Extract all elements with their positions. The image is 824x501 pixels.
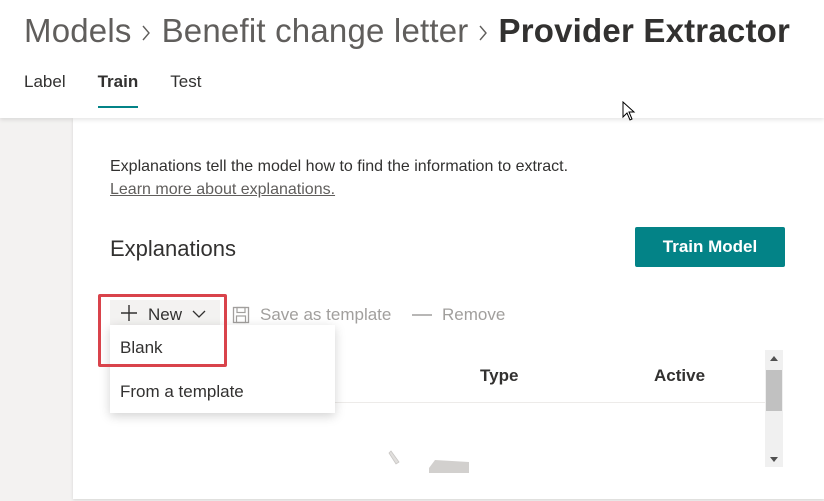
- minus-icon: [412, 313, 432, 317]
- tab-label[interactable]: Label: [24, 72, 66, 110]
- plus-icon: [120, 304, 138, 327]
- page-header: Models Benefit change letter Provider Ex…: [0, 0, 824, 118]
- mouse-cursor-icon: [622, 101, 636, 121]
- section-title: Explanations: [110, 236, 236, 261]
- chevron-down-icon: [192, 306, 206, 324]
- column-header-active[interactable]: Active: [654, 366, 705, 386]
- menu-item-from-template[interactable]: From a template: [110, 372, 335, 412]
- scrollbar-thumb[interactable]: [766, 370, 782, 411]
- learn-more-link[interactable]: Learn more about explanations.: [110, 181, 335, 199]
- scroll-up-icon[interactable]: [765, 350, 783, 366]
- new-menu: Blank From a template: [110, 325, 335, 413]
- new-button-label: New: [148, 305, 183, 324]
- save-icon: [232, 306, 250, 324]
- explanations-panel: Explanations tell the model how to find …: [73, 118, 824, 499]
- empty-state-illustration-icon: [388, 450, 469, 473]
- breadcrumb: Models Benefit change letter Provider Ex…: [24, 12, 790, 50]
- save-as-template-label: Save as template: [260, 305, 392, 324]
- remove-label: Remove: [442, 305, 506, 324]
- chevron-right-icon: [136, 15, 158, 48]
- breadcrumb-model[interactable]: Benefit change letter: [162, 12, 469, 50]
- explanations-description: Explanations tell the model how to find …: [110, 158, 569, 175]
- tab-bar: Label Train Test: [24, 72, 233, 110]
- train-model-button[interactable]: Train Model: [635, 227, 785, 267]
- tab-test[interactable]: Test: [170, 72, 201, 110]
- chevron-right-icon: [473, 15, 495, 48]
- tab-train[interactable]: Train: [97, 72, 138, 110]
- table-scrollbar[interactable]: [765, 350, 783, 467]
- remove-button[interactable]: Remove: [412, 300, 505, 330]
- menu-item-blank[interactable]: Blank: [110, 328, 335, 368]
- scroll-down-icon[interactable]: [765, 451, 783, 467]
- breadcrumb-models[interactable]: Models: [24, 12, 132, 50]
- column-header-type[interactable]: Type: [480, 366, 518, 386]
- breadcrumb-current: Provider Extractor: [498, 12, 791, 49]
